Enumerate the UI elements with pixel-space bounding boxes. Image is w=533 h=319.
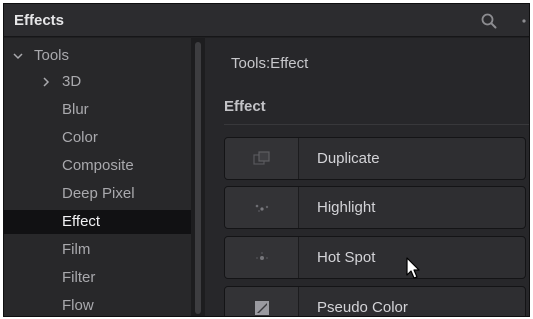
tree-root-label: Tools <box>34 47 70 64</box>
tree-item-color[interactable]: Color <box>4 126 191 150</box>
effect-label: Hot Spot <box>317 249 376 266</box>
section-title: Effect <box>224 98 266 115</box>
section-divider <box>224 124 529 125</box>
tree-item-film[interactable]: Film <box>4 238 191 262</box>
effect-label: Duplicate <box>317 150 380 167</box>
tree-root-tools[interactable]: Tools <box>4 44 191 68</box>
tree-item-label: Deep Pixel <box>62 185 135 202</box>
scrollbar-thumb[interactable] <box>195 42 201 314</box>
tree-item-blur[interactable]: Blur <box>4 98 191 122</box>
search-icon[interactable] <box>480 12 498 30</box>
tree-item-label: Composite <box>62 157 134 174</box>
tree-item-3d[interactable]: 3D <box>4 70 191 94</box>
breadcrumb: Tools:Effect <box>231 55 309 72</box>
effects-content: Tools:Effect Effect Duplicate Highlight … <box>205 38 529 316</box>
highlight-icon <box>255 204 269 212</box>
panel-title: Effects <box>14 12 65 29</box>
tree-item-deep-pixel[interactable]: Deep Pixel <box>4 182 191 206</box>
chevron-down-icon[interactable] <box>12 50 24 62</box>
effect-button-duplicate[interactable]: Duplicate <box>224 137 526 180</box>
tree-item-label: Filter <box>62 269 96 286</box>
panel-splitter[interactable] <box>191 38 205 316</box>
panel-header: Effects <box>4 4 529 37</box>
effect-button-pseudo-color[interactable]: Pseudo Color <box>224 286 526 316</box>
effect-thumbnail <box>225 237 299 278</box>
mouse-pointer-icon <box>406 257 420 279</box>
effect-label: Highlight <box>317 199 376 216</box>
tools-tree: Tools 3D Blur Color Composite Deep Pixel… <box>4 38 191 316</box>
tree-item-effect[interactable]: Effect <box>4 210 191 234</box>
hot-spot-icon <box>256 252 268 260</box>
tree-item-label: Effect <box>62 213 101 230</box>
tree-item-label: 3D <box>62 73 82 90</box>
effect-thumbnail <box>225 187 299 228</box>
effects-panel: Effects Tools 3D Blur Color Composite De… <box>3 3 530 317</box>
tree-item-flow[interactable]: Flow <box>4 294 191 316</box>
chevron-right-icon[interactable] <box>40 76 52 88</box>
tree-item-label: Film <box>62 241 91 258</box>
effect-thumbnail <box>225 287 299 316</box>
tree-item-label: Blur <box>62 101 89 118</box>
effect-button-highlight[interactable]: Highlight <box>224 186 526 229</box>
effect-thumbnail <box>225 138 299 179</box>
duplicate-icon <box>253 151 270 165</box>
pseudo-color-icon <box>255 301 269 315</box>
tree-item-label: Flow <box>62 297 94 314</box>
options-icon[interactable] <box>520 13 530 29</box>
effect-button-hot-spot[interactable]: Hot Spot <box>224 236 526 279</box>
effect-label: Pseudo Color <box>317 299 408 316</box>
tree-item-label: Color <box>62 129 98 146</box>
tree-item-composite[interactable]: Composite <box>4 154 191 178</box>
tree-item-filter[interactable]: Filter <box>4 266 191 290</box>
